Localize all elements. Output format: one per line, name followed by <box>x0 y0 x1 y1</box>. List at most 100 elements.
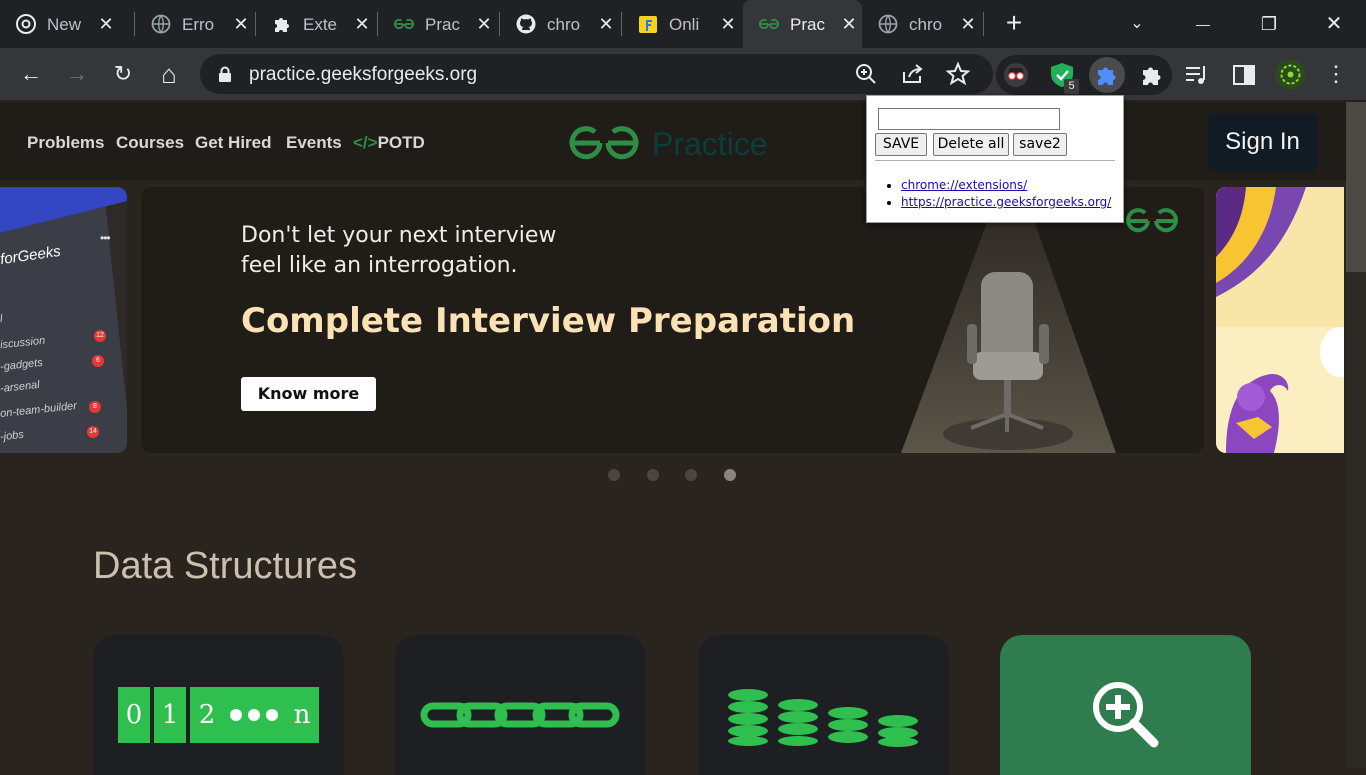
nav-get-hired[interactable]: Get Hired <box>195 133 272 153</box>
close-icon[interactable]: ✕ <box>474 14 494 34</box>
array-cell: 1 <box>154 687 188 743</box>
close-icon[interactable]: ✕ <box>231 14 251 34</box>
flipkart-icon <box>639 16 657 33</box>
sign-in-button[interactable]: Sign In <box>1208 113 1317 171</box>
spy-extension-icon[interactable] <box>1003 62 1029 88</box>
chain-icon <box>420 702 620 728</box>
close-icon[interactable]: ✕ <box>958 14 978 34</box>
saved-link[interactable]: chrome://extensions/ <box>901 178 1027 192</box>
back-button[interactable]: ← <box>17 60 45 88</box>
gfg-logo-icon <box>569 126 639 160</box>
close-icon[interactable]: ✕ <box>352 14 372 34</box>
carousel-dot-2[interactable] <box>647 469 659 481</box>
ds-card-stack[interactable] <box>698 635 949 775</box>
saved-links-list: chrome://extensions/ https://practice.ge… <box>901 178 1111 212</box>
bookmark-star-icon[interactable] <box>946 62 970 86</box>
saved-link[interactable]: https://practice.geeksforgeeks.org/ <box>901 195 1111 209</box>
tab-1[interactable]: New ✕ <box>0 0 130 48</box>
puzzle-icon <box>275 18 289 32</box>
close-icon[interactable]: ✕ <box>718 14 738 34</box>
minimize-button[interactable]: — <box>1189 10 1217 38</box>
more-icon: ••• <box>100 231 111 245</box>
channel-badge: 12 <box>94 330 106 342</box>
channel-item: -jobs <box>0 428 25 444</box>
tab-label: Erro <box>182 15 215 34</box>
restore-button[interactable]: ❐ <box>1255 10 1283 38</box>
tab-label: chro <box>547 15 581 34</box>
ds-card-array[interactable]: 0 1 2 n <box>93 635 344 775</box>
array-cell: n <box>285 687 319 743</box>
home-button[interactable]: ⌂ <box>155 60 183 88</box>
know-more-button[interactable]: Know more <box>241 377 376 411</box>
scrollbar-thumb[interactable] <box>1346 102 1366 272</box>
nav-problems[interactable]: Problems <box>27 133 104 153</box>
gfg-practice-logo[interactable]: Practice <box>566 122 786 162</box>
gfg-icon <box>759 18 779 30</box>
site-header: Problems Courses Get Hired Events </>POT… <box>0 102 1366 180</box>
nav-potd[interactable]: </>POTD <box>353 133 425 153</box>
new-tab-button[interactable]: + <box>1002 9 1026 37</box>
chrome-icon <box>16 14 36 34</box>
puzzle-extension-icon[interactable] <box>1094 62 1120 88</box>
close-icon[interactable]: ✕ <box>596 14 616 34</box>
tab-5[interactable]: chro ✕ <box>500 0 620 48</box>
carousel-slide-prev[interactable]: ••• forGeeks l iscussion 12 -gadgets 6 -… <box>0 187 127 453</box>
tab-label: chro <box>909 15 943 34</box>
browser-menu-button[interactable]: ⋮ <box>1322 60 1350 88</box>
array-cell: 0 <box>118 687 152 743</box>
tab-search-button[interactable]: ⌄ <box>1123 10 1151 38</box>
address-bar[interactable]: practice.geeksforgeeks.org <box>200 54 993 94</box>
ds-card-linked-list[interactable] <box>395 635 646 775</box>
media-control-icon[interactable] <box>1184 62 1210 88</box>
channel-badge: 8 <box>89 401 101 413</box>
carousel-dot-1[interactable] <box>608 469 620 481</box>
carousel-slide-active[interactable]: Don't let your next interview feel like … <box>141 187 1204 453</box>
nav-events[interactable]: Events <box>286 133 342 153</box>
popup-input[interactable] <box>878 108 1060 130</box>
gfg-logo-icon <box>1126 208 1178 233</box>
close-icon[interactable]: ✕ <box>96 14 116 34</box>
tab-4[interactable]: Prac ✕ <box>378 0 498 48</box>
gfg-icon <box>394 18 414 30</box>
tab-label: Onli <box>669 15 700 34</box>
lock-icon <box>219 66 231 82</box>
side-panel-icon[interactable] <box>1231 62 1257 88</box>
tab-label: Prac <box>425 15 460 34</box>
github-icon <box>516 14 536 34</box>
save-button[interactable]: SAVE <box>875 133 927 156</box>
extension-popup: SAVE Delete all save2 chrome://extension… <box>866 95 1124 223</box>
carousel-dot-3[interactable] <box>685 469 697 481</box>
tab-3[interactable]: Exte ✕ <box>256 0 376 48</box>
popup-divider <box>875 160 1115 161</box>
tab-6[interactable]: Onli ✕ <box>622 0 742 48</box>
code-icon: </> <box>353 133 378 152</box>
tab-label: Prac <box>790 15 825 34</box>
tab-label: Exte <box>303 15 338 34</box>
profile-avatar[interactable] <box>1275 59 1306 90</box>
array-cell: 2 <box>190 687 224 743</box>
extensions-menu-icon[interactable] <box>1139 62 1165 88</box>
tab-8[interactable]: chro ✕ <box>862 0 982 48</box>
save2-button[interactable]: save2 <box>1013 133 1067 156</box>
ds-card-searching[interactable] <box>1000 635 1251 775</box>
nav-courses[interactable]: Courses <box>116 133 184 153</box>
carousel-dot-4[interactable] <box>724 469 736 481</box>
browser-toolbar: ← → ↻ ⌂ practice.geeksforgeeks.org 5 ⋮ <box>0 48 1366 101</box>
close-icon[interactable]: ✕ <box>839 14 859 34</box>
array-illustration: 0 1 2 n <box>118 687 319 743</box>
carousel-slide-next[interactable] <box>1216 187 1344 453</box>
close-window-button[interactable]: ✕ <box>1320 10 1348 38</box>
coin-stacks-icon <box>728 689 918 747</box>
tab-7[interactable]: Prac ✕ <box>743 0 862 48</box>
reload-button[interactable]: ↻ <box>109 60 137 88</box>
logo-text: Practice <box>652 126 768 162</box>
delete-all-button[interactable]: Delete all <box>933 133 1009 156</box>
section-title: Data Structures <box>93 545 357 587</box>
zoom-icon[interactable] <box>854 62 878 86</box>
share-icon[interactable] <box>900 62 924 86</box>
list-item: https://practice.geeksforgeeks.org/ <box>901 195 1111 209</box>
forward-button[interactable]: → <box>63 60 91 88</box>
extension-badge: 5 <box>1064 79 1079 94</box>
channel-badge: 14 <box>87 426 99 438</box>
tab-2[interactable]: Erro ✕ <box>135 0 255 48</box>
